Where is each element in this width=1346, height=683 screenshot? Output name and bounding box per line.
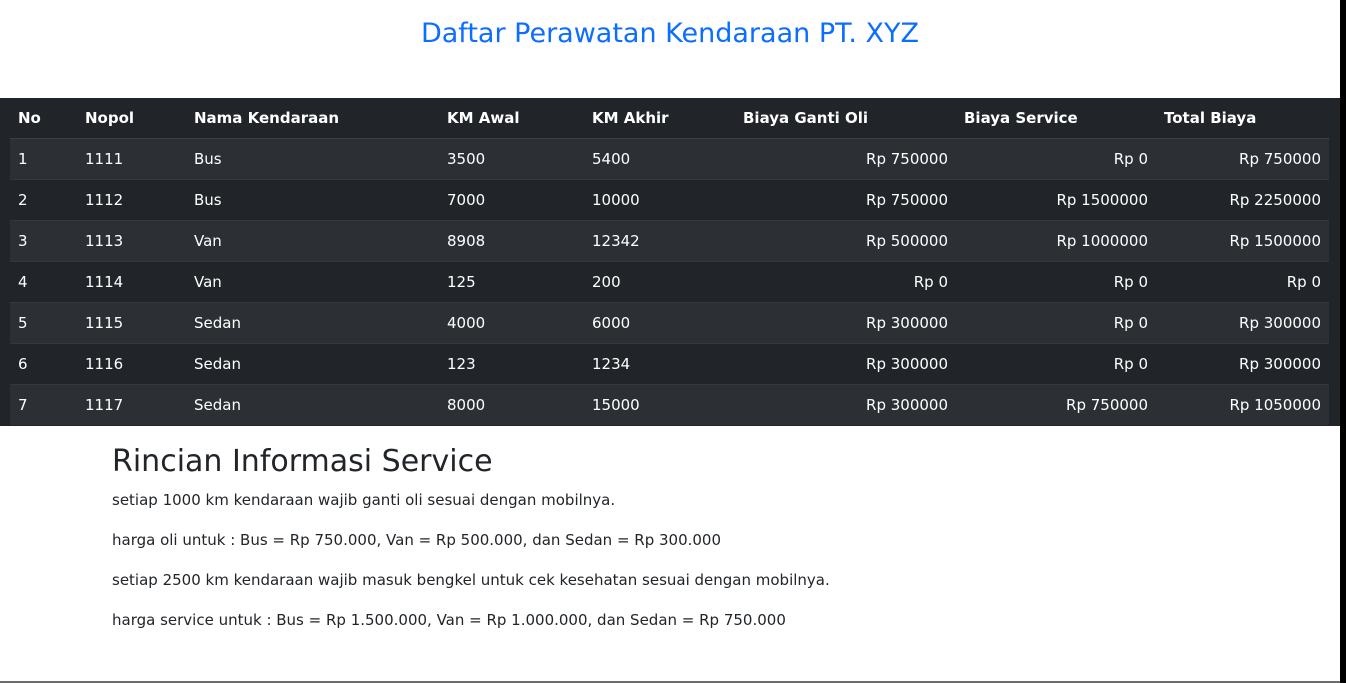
- cell-total-biaya: Rp 1050000: [1156, 384, 1329, 425]
- service-info-section: Rincian Informasi Service setiap 1000 km…: [112, 440, 1212, 650]
- col-header-no: No: [10, 98, 77, 139]
- cell-biaya-service: Rp 0: [956, 302, 1156, 344]
- cell-nopol: 1112: [77, 179, 186, 221]
- cell-km-awal: 125: [439, 261, 584, 303]
- table-row: 1 1111 Bus 3500 5400 Rp 750000 Rp 0 Rp 7…: [10, 138, 1329, 180]
- col-header-nama-kendaraan: Nama Kendaraan: [186, 98, 439, 139]
- cell-nama-kendaraan: Bus: [186, 179, 439, 221]
- col-header-biaya-service: Biaya Service: [956, 98, 1156, 139]
- cell-total-biaya: Rp 300000: [1156, 343, 1329, 385]
- cell-nama-kendaraan: Sedan: [186, 343, 439, 385]
- cell-biaya-ganti-oli: Rp 300000: [735, 343, 956, 385]
- col-header-nopol: Nopol: [77, 98, 186, 139]
- window-right-edge: [1340, 0, 1346, 683]
- cell-km-awal: 4000: [439, 302, 584, 344]
- col-header-km-awal: KM Awal: [439, 98, 584, 139]
- cell-km-akhir: 200: [584, 261, 735, 303]
- page: Daftar Perawatan Kendaraan PT. XYZ No No…: [0, 0, 1346, 683]
- col-header-total-biaya: Total Biaya: [1156, 98, 1329, 139]
- table-row: 5 1115 Sedan 4000 6000 Rp 300000 Rp 0 Rp…: [10, 302, 1329, 344]
- cell-no: 4: [10, 261, 77, 303]
- cell-biaya-service: Rp 0: [956, 343, 1156, 385]
- col-header-biaya-ganti-oli: Biaya Ganti Oli: [735, 98, 956, 139]
- cell-km-awal: 123: [439, 343, 584, 385]
- maintenance-table: No Nopol Nama Kendaraan KM Awal KM Akhir…: [10, 98, 1329, 425]
- cell-nama-kendaraan: Bus: [186, 138, 439, 180]
- cell-km-akhir: 5400: [584, 138, 735, 180]
- cell-km-akhir: 15000: [584, 384, 735, 425]
- cell-no: 6: [10, 343, 77, 385]
- cell-km-akhir: 10000: [584, 179, 735, 221]
- cell-biaya-ganti-oli: Rp 300000: [735, 384, 956, 425]
- cell-km-awal: 8908: [439, 220, 584, 262]
- cell-nopol: 1116: [77, 343, 186, 385]
- cell-nopol: 1114: [77, 261, 186, 303]
- cell-biaya-service: Rp 0: [956, 261, 1156, 303]
- table-row: 4 1114 Van 125 200 Rp 0 Rp 0 Rp 0: [10, 261, 1329, 303]
- cell-biaya-ganti-oli: Rp 750000: [735, 138, 956, 180]
- table-row: 6 1116 Sedan 123 1234 Rp 300000 Rp 0 Rp …: [10, 343, 1329, 385]
- cell-biaya-ganti-oli: Rp 300000: [735, 302, 956, 344]
- info-line-oil-prices: harga oli untuk : Bus = Rp 750.000, Van …: [112, 531, 722, 549]
- service-info-heading: Rincian Informasi Service: [112, 444, 493, 479]
- cell-total-biaya: Rp 0: [1156, 261, 1329, 303]
- table-row: 2 1112 Bus 7000 10000 Rp 750000 Rp 15000…: [10, 179, 1329, 221]
- table-header: No Nopol Nama Kendaraan KM Awal KM Akhir…: [10, 98, 1329, 139]
- table-container: No Nopol Nama Kendaraan KM Awal KM Akhir…: [0, 98, 1340, 426]
- cell-biaya-ganti-oli: Rp 0: [735, 261, 956, 303]
- cell-km-akhir: 6000: [584, 302, 735, 344]
- cell-nopol: 1115: [77, 302, 186, 344]
- cell-nopol: 1113: [77, 220, 186, 262]
- cell-km-akhir: 12342: [584, 220, 735, 262]
- info-line-service-interval: setiap 2500 km kendaraan wajib masuk ben…: [112, 571, 830, 589]
- cell-km-awal: 3500: [439, 138, 584, 180]
- col-header-km-akhir: KM Akhir: [584, 98, 735, 139]
- cell-no: 3: [10, 220, 77, 262]
- table-header-row: No Nopol Nama Kendaraan KM Awal KM Akhir…: [10, 98, 1329, 139]
- cell-total-biaya: Rp 2250000: [1156, 179, 1329, 221]
- info-line-oil-interval: setiap 1000 km kendaraan wajib ganti oli…: [112, 491, 616, 509]
- table-body: 1 1111 Bus 3500 5400 Rp 750000 Rp 0 Rp 7…: [10, 138, 1329, 425]
- cell-biaya-service: Rp 1500000: [956, 179, 1156, 221]
- page-title: Daftar Perawatan Kendaraan PT. XYZ: [420, 18, 920, 49]
- cell-nopol: 1111: [77, 138, 186, 180]
- info-line-service-prices: harga service untuk : Bus = Rp 1.500.000…: [112, 611, 786, 629]
- cell-no: 5: [10, 302, 77, 344]
- cell-km-akhir: 1234: [584, 343, 735, 385]
- cell-total-biaya: Rp 300000: [1156, 302, 1329, 344]
- cell-nopol: 1117: [77, 384, 186, 425]
- cell-biaya-service: Rp 1000000: [956, 220, 1156, 262]
- cell-no: 7: [10, 384, 77, 425]
- cell-nama-kendaraan: Sedan: [186, 384, 439, 425]
- table-row: 7 1117 Sedan 8000 15000 Rp 300000 Rp 750…: [10, 384, 1329, 425]
- cell-nama-kendaraan: Van: [186, 261, 439, 303]
- cell-biaya-ganti-oli: Rp 500000: [735, 220, 956, 262]
- cell-total-biaya: Rp 750000: [1156, 138, 1329, 180]
- cell-biaya-service: Rp 0: [956, 138, 1156, 180]
- cell-nama-kendaraan: Van: [186, 220, 439, 262]
- cell-km-awal: 8000: [439, 384, 584, 425]
- cell-no: 2: [10, 179, 77, 221]
- cell-total-biaya: Rp 1500000: [1156, 220, 1329, 262]
- cell-no: 1: [10, 138, 77, 180]
- cell-biaya-ganti-oli: Rp 750000: [735, 179, 956, 221]
- cell-biaya-service: Rp 750000: [956, 384, 1156, 425]
- table-row: 3 1113 Van 8908 12342 Rp 500000 Rp 10000…: [10, 220, 1329, 262]
- cell-km-awal: 7000: [439, 179, 584, 221]
- cell-nama-kendaraan: Sedan: [186, 302, 439, 344]
